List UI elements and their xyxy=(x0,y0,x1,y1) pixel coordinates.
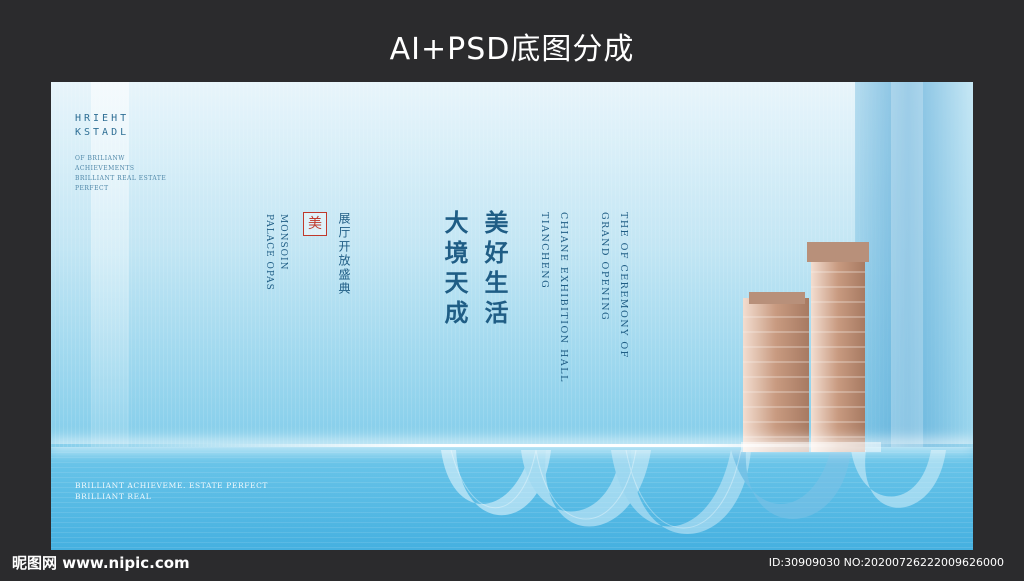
bottom-english-text: BRILLIANT ACHIEVEME. ESTATE PERFECT BRIL… xyxy=(75,480,268,502)
image-id-text: ID:30909030 NO:20200726222009626000 xyxy=(768,556,1004,569)
seal-stamp: 美 xyxy=(303,212,327,236)
vertical-english-left: MONSOIN PALACE OPAS xyxy=(262,214,290,291)
watermark-logo: 昵图网 www.nipic.com xyxy=(12,554,190,572)
vertical-en-line: MONSOIN xyxy=(278,214,288,271)
vertical-en-line: THE OF CEREMONY OF xyxy=(618,212,629,359)
bottom-en-line: BRILLIANT REAL xyxy=(75,492,152,501)
vertical-en-line: TIANCHENG xyxy=(539,212,550,290)
top-title: AI+PSD底图分成 xyxy=(389,32,635,67)
vertical-en-line: GRAND OPENING xyxy=(599,212,610,322)
headline-secondary: 美好生活 xyxy=(480,210,508,330)
vertical-en-line: PALACE OPAS xyxy=(264,214,274,291)
small-en-line: BRILLIANT REAL ESTATE xyxy=(75,175,167,182)
event-title: 展厅开放盛典 xyxy=(337,212,351,296)
bottom-en-line: BRILLIANT ACHIEVEME. ESTATE PERFECT xyxy=(75,481,269,490)
building-illustration xyxy=(741,242,881,452)
headline-primary: 大境天成 xyxy=(440,210,468,330)
vertical-en-line: CHIANE EXHIBITION HALL xyxy=(558,212,569,383)
brand-line-1: HRIEHT xyxy=(75,113,130,124)
small-english-text: OF BRILIANW ACHIEVEMENTS BRILLIANT REAL … xyxy=(75,154,166,194)
horizon-glow xyxy=(51,444,973,447)
brand-logo-text: HRIEHT KSTADL xyxy=(75,112,129,140)
small-en-line: OF BRILIANW xyxy=(75,155,125,162)
poster: HRIEHT KSTADL OF BRILIANW ACHIEVEMENTS B… xyxy=(51,82,973,550)
brand-line-2: KSTADL xyxy=(75,127,130,138)
small-en-line: ACHIEVEMENTS xyxy=(75,165,135,172)
small-en-line: PERFECT xyxy=(75,185,109,192)
vertical-english-mid: CHIANE EXHIBITION HALL TIANCHENG xyxy=(535,212,573,383)
vertical-english-right: THE OF CEREMONY OF GRAND OPENING xyxy=(595,212,633,359)
